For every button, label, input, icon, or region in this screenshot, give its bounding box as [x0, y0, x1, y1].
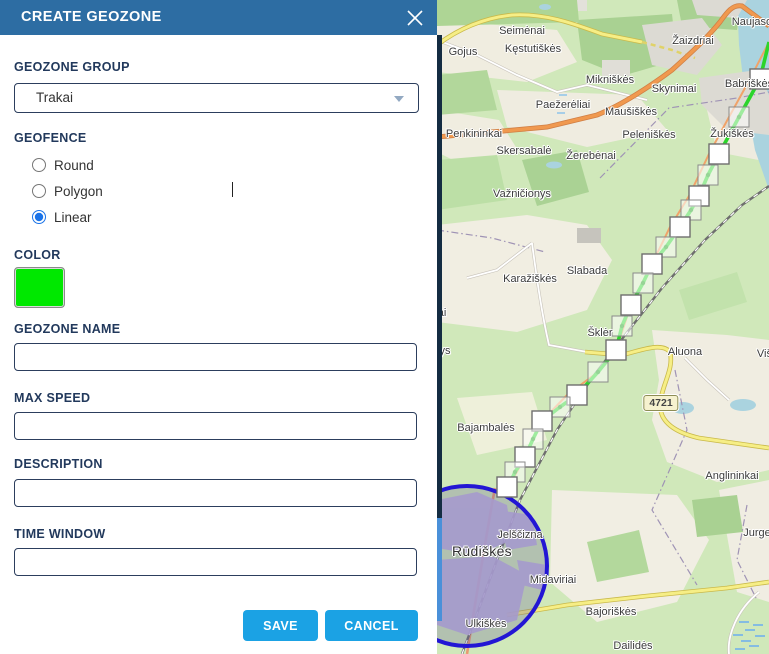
- geofence-option-polygon[interactable]: Polygon: [32, 181, 103, 201]
- geozone-group-select[interactable]: Trakai: [14, 83, 419, 113]
- radio-round-label: Round: [54, 158, 94, 173]
- description-label: DESCRIPTION: [14, 457, 103, 471]
- geozone-group-value: Trakai: [36, 90, 73, 105]
- geofence-handle-solid[interactable]: [670, 217, 690, 237]
- geozone-name-input[interactable]: [14, 343, 417, 371]
- geofence-handle-ghost[interactable]: [633, 273, 653, 293]
- geofence-handle-solid[interactable]: [750, 69, 769, 89]
- geofence-handle-solid[interactable]: [606, 340, 626, 360]
- save-button[interactable]: SAVE: [243, 610, 318, 641]
- description-input[interactable]: [14, 479, 417, 507]
- radio-linear[interactable]: [32, 210, 46, 224]
- geofence-handle-ghost[interactable]: [588, 362, 608, 382]
- radio-linear-label: Linear: [54, 210, 92, 225]
- color-label: COLOR: [14, 248, 61, 262]
- geofence-handle-solid[interactable]: [621, 295, 641, 315]
- radio-polygon[interactable]: [32, 184, 46, 198]
- time-window-input[interactable]: [14, 548, 417, 576]
- geofence-handle-solid[interactable]: [497, 477, 517, 497]
- geofence-handle-solid[interactable]: [642, 254, 662, 274]
- geofence-handle-solid[interactable]: [532, 411, 552, 431]
- map-canvas[interactable]: SeimėnaiKęstutiškėsGojusŽaizdriaiNaujaso…: [437, 0, 769, 654]
- geofence-option-round[interactable]: Round: [32, 155, 94, 175]
- geofence-handle-ghost[interactable]: [698, 165, 718, 185]
- geofence-handle-ghost[interactable]: [550, 397, 570, 417]
- max-speed-input[interactable]: [14, 412, 417, 440]
- radio-polygon-label: Polygon: [54, 184, 103, 199]
- cancel-button[interactable]: CANCEL: [325, 610, 418, 641]
- geofence-handle-solid[interactable]: [709, 144, 729, 164]
- radio-round[interactable]: [32, 158, 46, 172]
- geozone-name-label: GEOZONE NAME: [14, 322, 120, 336]
- geofence-handle-ghost[interactable]: [523, 429, 543, 449]
- panel-scrollbar-thumb[interactable]: [437, 518, 442, 621]
- max-speed-label: MAX SPEED: [14, 391, 90, 405]
- geofence-handle-ghost[interactable]: [612, 316, 632, 336]
- geofence-handle-ghost[interactable]: [729, 107, 749, 127]
- geofence-label: GEOFENCE: [14, 131, 87, 145]
- time-window-label: TIME WINDOW: [14, 527, 105, 541]
- geofence-option-linear[interactable]: Linear: [32, 207, 92, 227]
- panel-scrollbar-track: [437, 35, 442, 518]
- text-cursor: [232, 182, 233, 197]
- map-art: [437, 0, 769, 654]
- create-geozone-dialog: CREATE GEOZONE GEOZONE GROUP Trakai GEOF…: [0, 0, 437, 654]
- close-icon[interactable]: [403, 6, 427, 30]
- dialog-title: CREATE GEOZONE: [21, 0, 162, 35]
- chevron-down-icon: [394, 96, 404, 102]
- dialog-header: CREATE GEOZONE: [0, 0, 437, 35]
- geozone-group-label: GEOZONE GROUP: [14, 60, 130, 74]
- color-swatch[interactable]: [14, 267, 65, 308]
